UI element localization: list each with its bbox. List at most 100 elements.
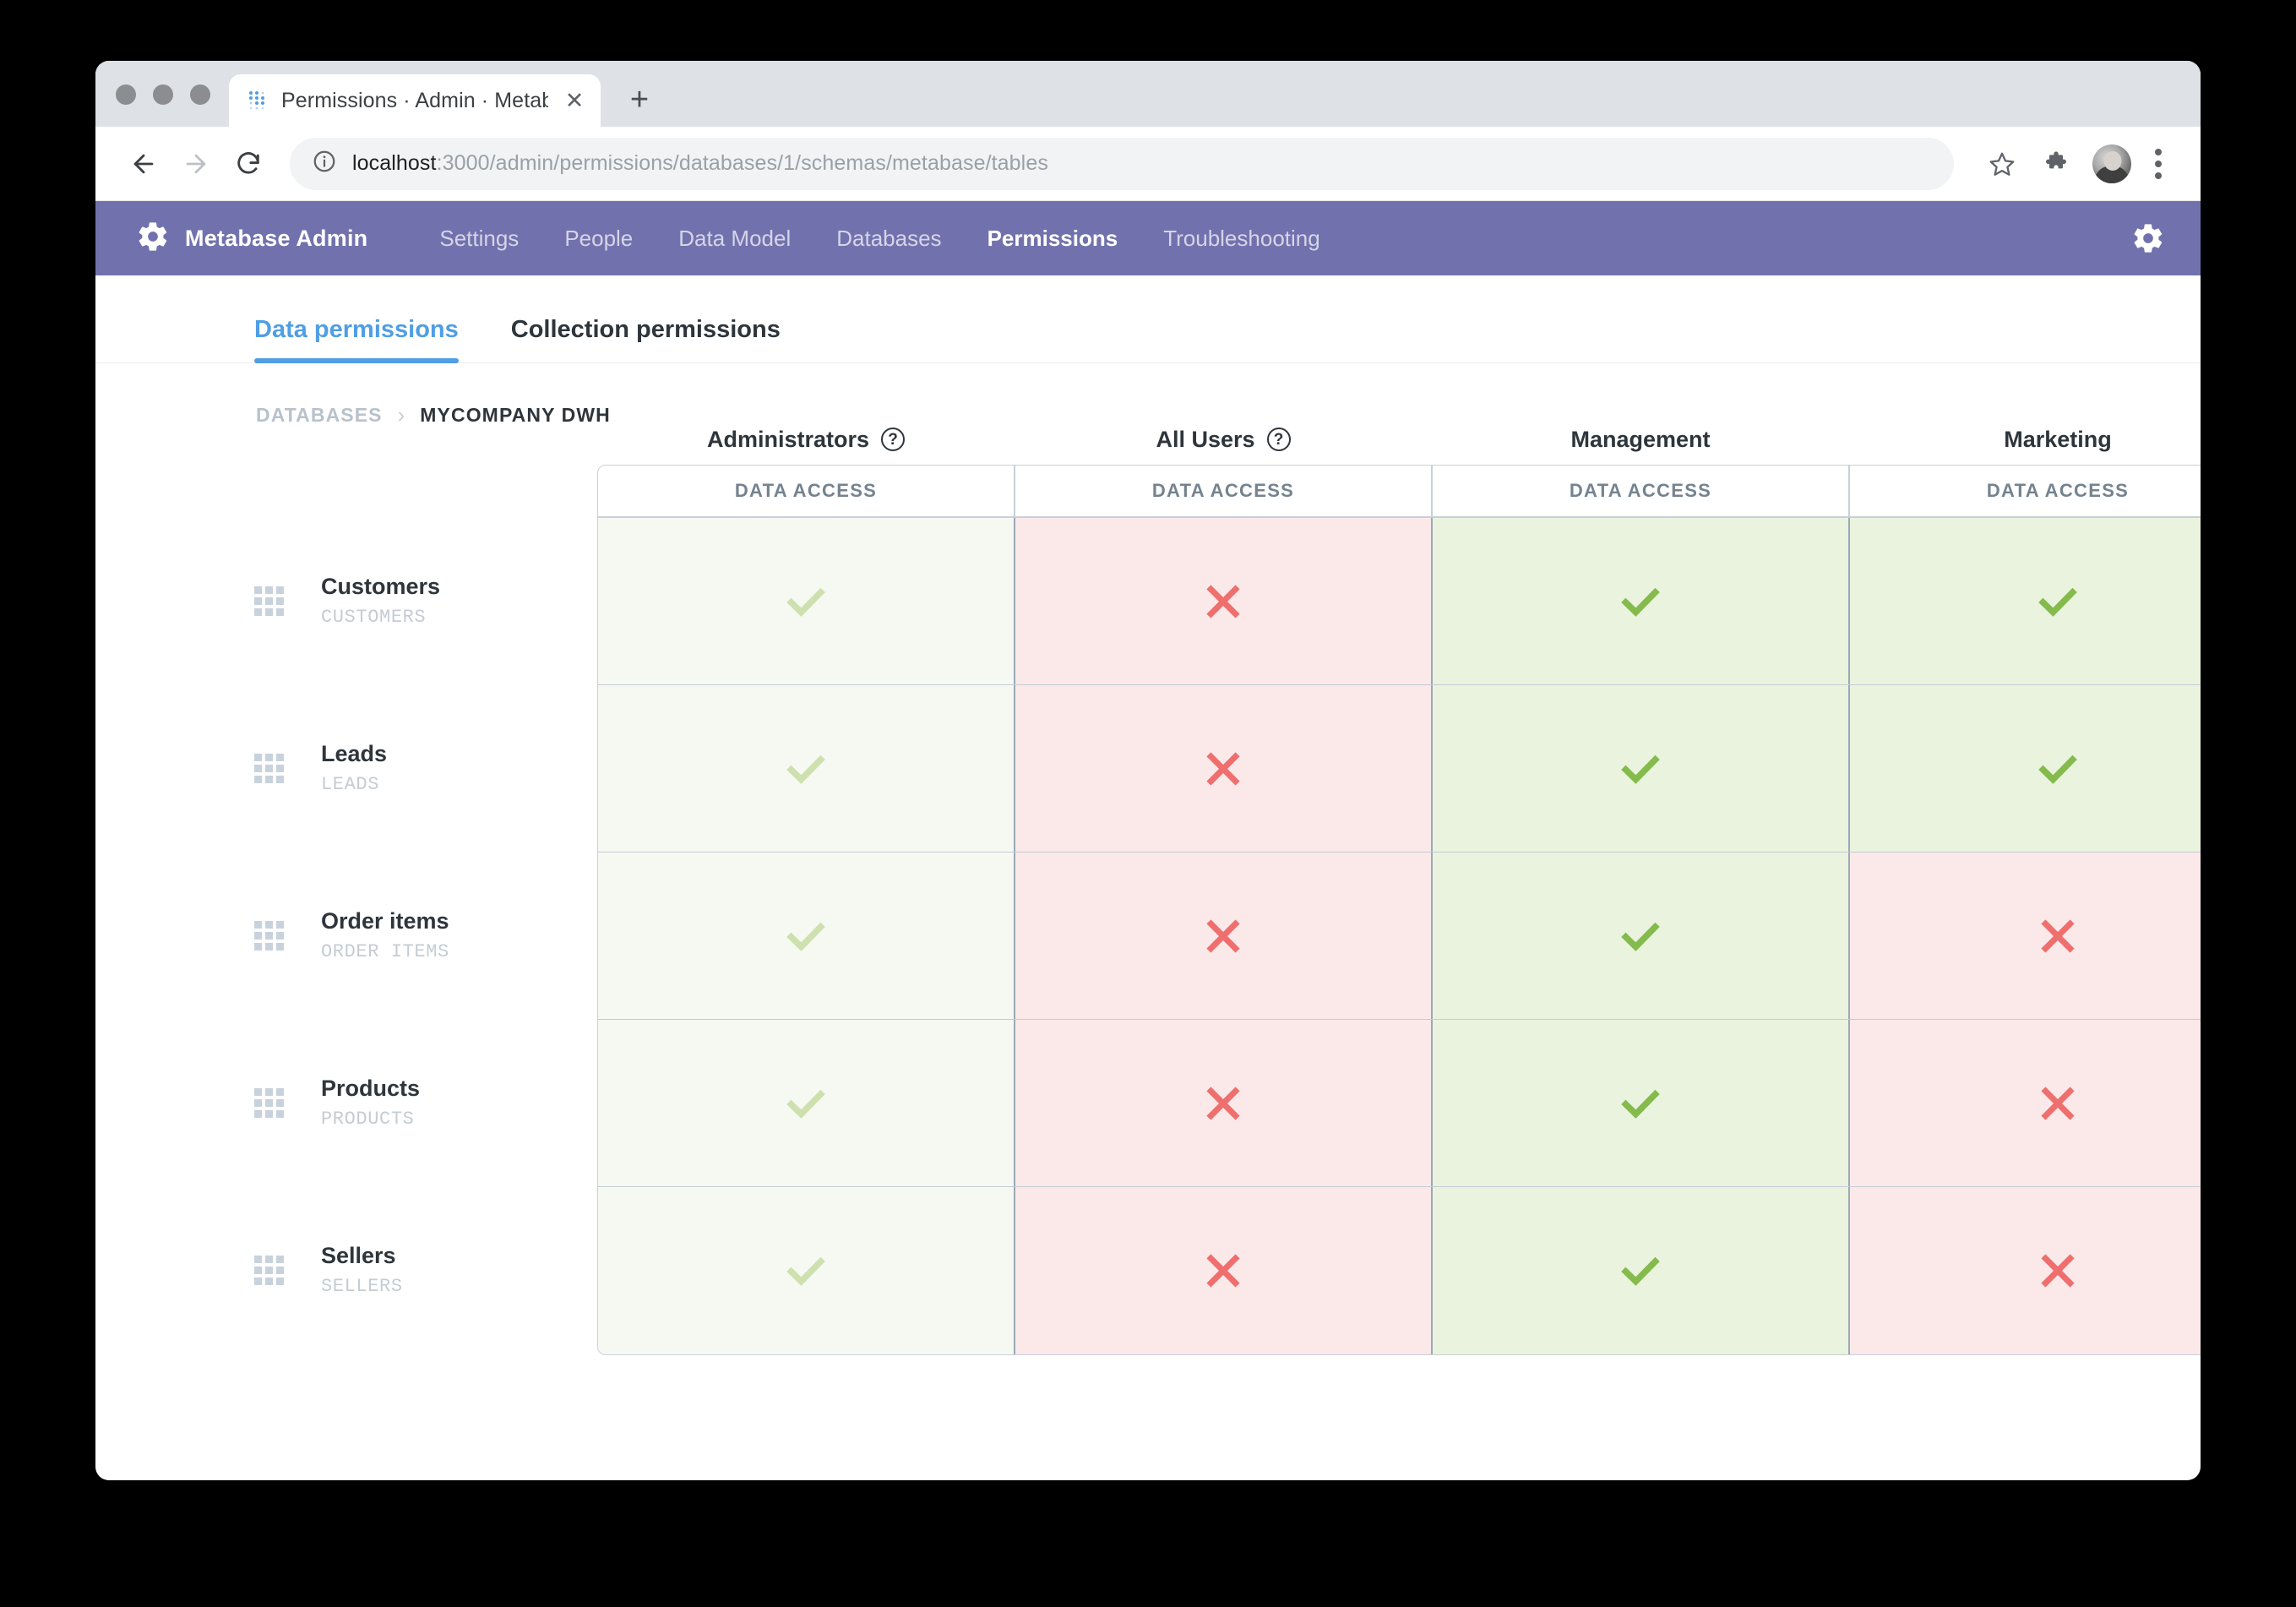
breadcrumb-databases[interactable]: DATABASES bbox=[256, 404, 383, 427]
table-schema-name: LEADS bbox=[321, 774, 380, 795]
browser-tab[interactable]: Permissions · Admin · Metabas ✕ bbox=[229, 74, 601, 127]
check-icon bbox=[2038, 754, 2077, 784]
kebab-menu-icon[interactable] bbox=[2138, 139, 2179, 188]
browser-toolbar: localhost:3000/admin/permissions/databas… bbox=[95, 127, 2201, 201]
table-schema-name: PRODUCTS bbox=[321, 1109, 415, 1130]
breadcrumb-current: MYCOMPANY DWH bbox=[420, 403, 611, 426]
url-path: :3000/admin/permissions/databases/1/sche… bbox=[436, 151, 1048, 175]
admin-nav-data-model[interactable]: Data Model bbox=[656, 226, 813, 252]
tab-collection-permissions[interactable]: Collection permissions bbox=[511, 316, 781, 362]
puzzle-icon[interactable] bbox=[2032, 139, 2081, 188]
permission-cell-leads-marketing[interactable] bbox=[1850, 685, 2201, 852]
admin-nav-people[interactable]: People bbox=[541, 226, 656, 252]
permission-cell-products-marketing[interactable] bbox=[1850, 1020, 2201, 1186]
address-bar-url: localhost:3000/admin/permissions/databas… bbox=[352, 151, 1048, 176]
group-name-marketing: Marketing bbox=[2004, 426, 2112, 452]
table-row bbox=[598, 518, 2201, 685]
check-icon bbox=[1621, 754, 1660, 784]
permission-cell-leads-administrators[interactable] bbox=[598, 685, 1015, 852]
table-row bbox=[598, 1187, 2201, 1354]
permission-cell-order-items-all-users[interactable] bbox=[1015, 853, 1433, 1019]
permission-cell-products-management[interactable] bbox=[1433, 1020, 1850, 1186]
table-row-label[interactable]: Customers CUSTOMERS bbox=[95, 517, 597, 684]
permission-cell-customers-marketing[interactable] bbox=[1850, 518, 2201, 684]
check-icon bbox=[1621, 922, 1660, 951]
check-icon bbox=[1621, 1256, 1660, 1286]
info-circle-icon[interactable] bbox=[312, 149, 337, 178]
tab-data-permissions[interactable]: Data permissions bbox=[254, 316, 459, 363]
permission-cell-products-administrators[interactable] bbox=[598, 1020, 1015, 1186]
table-schema-name: ORDER ITEMS bbox=[321, 941, 449, 962]
permission-cell-sellers-marketing[interactable] bbox=[1850, 1187, 2201, 1354]
url-host: localhost bbox=[352, 151, 437, 175]
star-icon[interactable] bbox=[1978, 139, 2027, 188]
gear-icon[interactable] bbox=[2131, 221, 2165, 255]
check-icon bbox=[786, 922, 825, 951]
admin-nav-settings[interactable]: Settings bbox=[416, 226, 541, 252]
help-icon[interactable]: ? bbox=[1266, 428, 1291, 451]
reload-icon[interactable] bbox=[222, 138, 275, 190]
permissions-table: DATA ACCESS DATA ACCESS DATA ACCESS DATA… bbox=[597, 465, 2201, 1355]
cross-icon bbox=[2041, 918, 2075, 953]
subheader-data-access-management: DATA ACCESS bbox=[1433, 466, 1850, 516]
permission-cell-sellers-management[interactable] bbox=[1433, 1187, 1850, 1354]
table-grid-icon bbox=[254, 586, 284, 616]
subheader-data-access-marketing: DATA ACCESS bbox=[1986, 480, 2130, 501]
metabase-dots-favicon-icon bbox=[248, 90, 269, 112]
help-icon[interactable]: ? bbox=[881, 428, 906, 451]
check-icon bbox=[2038, 587, 2077, 617]
plus-icon[interactable]: + bbox=[616, 76, 663, 123]
forward-arrow-icon[interactable] bbox=[170, 138, 222, 190]
table-grid-icon bbox=[254, 1087, 284, 1118]
group-header-administrators: Administrators ? bbox=[597, 427, 1015, 453]
admin-nav-troubleshooting[interactable]: Troubleshooting bbox=[1140, 226, 1343, 252]
browser-tab-title: Permissions · Admin · Metabas bbox=[281, 88, 548, 112]
admin-nav-links: Settings People Data Model Databases Per… bbox=[416, 226, 2131, 252]
permission-cell-sellers-all-users[interactable] bbox=[1015, 1187, 1433, 1354]
table-grid-icon bbox=[254, 920, 284, 951]
permission-cell-customers-all-users[interactable] bbox=[1015, 518, 1433, 684]
browser-tab-strip: Permissions · Admin · Metabas ✕ + bbox=[95, 61, 2201, 127]
table-row-label[interactable]: Products PRODUCTS bbox=[95, 1019, 597, 1186]
group-header-marketing: Marketing bbox=[1849, 427, 2201, 453]
table-row-label[interactable]: Leads LEADS bbox=[95, 684, 597, 852]
permission-cell-order-items-management[interactable] bbox=[1433, 853, 1850, 1019]
table-name: Products bbox=[321, 1076, 421, 1101]
permission-cell-order-items-marketing[interactable] bbox=[1850, 853, 2201, 1019]
page-tab-bar: Data permissions Collection permissions bbox=[95, 275, 2201, 363]
table-grid-icon bbox=[254, 1255, 284, 1285]
permission-group-headers: Administrators ? All Users ? Management … bbox=[597, 416, 2201, 463]
avatar[interactable] bbox=[2092, 144, 2131, 183]
table-name: Leads bbox=[321, 741, 388, 766]
permission-cell-sellers-administrators[interactable] bbox=[598, 1187, 1015, 1354]
table-grid-icon bbox=[254, 753, 284, 783]
permission-cell-leads-all-users[interactable] bbox=[1015, 685, 1433, 852]
admin-brand[interactable]: Metabase Admin bbox=[136, 220, 367, 258]
table-row bbox=[598, 685, 2201, 853]
admin-nav-databases[interactable]: Databases bbox=[813, 226, 964, 252]
group-name-management: Management bbox=[1570, 426, 1711, 452]
table-row bbox=[598, 853, 2201, 1020]
close-icon[interactable]: ✕ bbox=[560, 86, 589, 115]
permissions-matrix-body bbox=[598, 518, 2201, 1354]
breadcrumb: DATABASES › MYCOMPANY DWH bbox=[95, 363, 2201, 427]
window-traffic-lights bbox=[95, 84, 229, 127]
window-minimize-button[interactable] bbox=[153, 84, 173, 105]
admin-nav-permissions[interactable]: Permissions bbox=[965, 226, 1141, 252]
gear-logo-icon bbox=[136, 220, 170, 258]
address-bar[interactable]: localhost:3000/admin/permissions/databas… bbox=[290, 137, 1954, 190]
check-icon bbox=[786, 1089, 825, 1119]
table-row-label[interactable]: Order items ORDER ITEMS bbox=[95, 852, 597, 1019]
permission-cell-order-items-administrators[interactable] bbox=[598, 853, 1015, 1019]
permission-cell-leads-management[interactable] bbox=[1433, 685, 1850, 852]
window-close-button[interactable] bbox=[116, 84, 136, 105]
table-row-labels: Customers CUSTOMERS Leads LEADS Order it… bbox=[95, 517, 597, 1354]
window-maximize-button[interactable] bbox=[190, 84, 210, 105]
permission-cell-products-all-users[interactable] bbox=[1015, 1020, 1433, 1186]
back-arrow-icon[interactable] bbox=[117, 138, 170, 190]
permission-cell-customers-administrators[interactable] bbox=[598, 518, 1015, 684]
table-row-label[interactable]: Sellers SELLERS bbox=[95, 1186, 597, 1354]
table-schema-name: SELLERS bbox=[321, 1276, 403, 1297]
subheader-data-access-administrators: DATA ACCESS bbox=[598, 466, 1015, 516]
permission-cell-customers-management[interactable] bbox=[1433, 518, 1850, 684]
